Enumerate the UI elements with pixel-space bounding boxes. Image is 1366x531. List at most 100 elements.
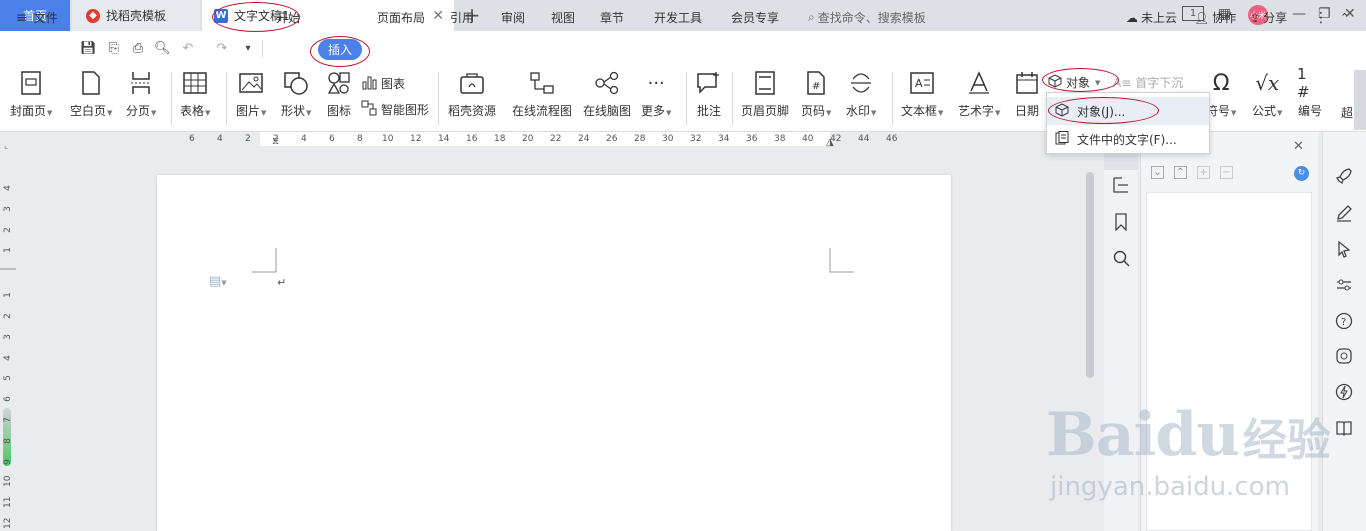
- watermark-button[interactable]: 水印▼: [846, 70, 876, 119]
- redo-icon[interactable]: ↷: [214, 41, 230, 57]
- bookmark-icon[interactable]: [1112, 213, 1130, 231]
- cloud-label: 未上云: [1141, 11, 1178, 25]
- collab-label: 协作: [1212, 11, 1237, 25]
- export-pdf-icon[interactable]: ⎘: [106, 41, 122, 57]
- collapse-ribbon-icon[interactable]: ⌃: [1340, 0, 1349, 35]
- tab-references[interactable]: 引用: [450, 0, 474, 35]
- collapse-down-icon[interactable]: ⌄: [1151, 166, 1164, 179]
- flowchart-icon: [529, 70, 555, 96]
- close-pane-icon[interactable]: ✕: [1293, 139, 1304, 154]
- file-menu-button[interactable]: ≡ 文件: [16, 0, 58, 35]
- pen-icon[interactable]: [1335, 204, 1353, 222]
- ruler-tick-label: 6: [189, 134, 195, 144]
- minimize-icon[interactable]: —: [1292, 6, 1306, 22]
- expand-icon[interactable]: +: [1197, 166, 1210, 179]
- symbol-button[interactable]: Ω 符号▼: [1206, 70, 1236, 119]
- cloud-button[interactable]: ☁ 未上云: [1126, 0, 1177, 35]
- tab-review[interactable]: 审阅: [501, 0, 525, 35]
- tab-membership[interactable]: 会员专享: [731, 0, 779, 35]
- vertical-ruler-tick-label: 4: [3, 185, 13, 191]
- numbering-button[interactable]: 1 # 编号: [1297, 65, 1323, 119]
- close-tab-icon[interactable]: ✕: [432, 8, 444, 24]
- vertical-ruler-tick-label: 9: [3, 459, 13, 465]
- header-footer-label: 页眉页脚: [741, 104, 790, 118]
- shrink-icon[interactable]: −: [1220, 166, 1233, 179]
- cover-page-button[interactable]: 封面页▼: [10, 70, 52, 119]
- smartart-button[interactable]: 智能图形: [361, 100, 429, 119]
- lightning-icon[interactable]: [1335, 383, 1353, 401]
- watermark-icon: [848, 70, 874, 96]
- wordart-label: 艺术字: [958, 104, 995, 118]
- save-icon[interactable]: 💾︎: [80, 41, 97, 57]
- smart-outline-icon[interactable]: ↻: [1294, 166, 1309, 181]
- help-icon[interactable]: ?: [1335, 312, 1353, 330]
- find-icon[interactable]: [1112, 249, 1130, 267]
- flowchart-button[interactable]: 在线流程图: [512, 70, 572, 119]
- chart-button[interactable]: 图表: [361, 74, 405, 93]
- textbox-button[interactable]: A 文本框▼: [901, 70, 943, 119]
- watermark-label: 水印: [846, 104, 871, 118]
- tab-view[interactable]: 视图: [551, 0, 575, 35]
- tab-page-layout[interactable]: 页面布局: [377, 0, 425, 35]
- formula-button[interactable]: √x 公式▼: [1252, 70, 1282, 119]
- page-break-button[interactable]: 分页▼: [126, 70, 156, 119]
- tab-developer[interactable]: 开发工具: [654, 0, 702, 35]
- ribbon-scroll-right[interactable]: [1354, 70, 1366, 130]
- tab-section[interactable]: 章节: [600, 0, 624, 35]
- cursor-icon[interactable]: [1335, 240, 1353, 258]
- customize-dropdown-icon[interactable]: ▾: [240, 41, 256, 57]
- more-options-icon[interactable]: ⋮: [1314, 0, 1328, 35]
- outline-icon[interactable]: [1112, 176, 1130, 194]
- scrollbar-thumb[interactable]: [1086, 172, 1094, 378]
- book-icon[interactable]: [1335, 419, 1353, 437]
- picture-button[interactable]: 图片▼: [236, 70, 266, 119]
- docer-resources-button[interactable]: 稻壳资源: [448, 70, 496, 119]
- mindmap-icon: [594, 70, 620, 96]
- dropcap-button[interactable]: A≡ 首字下沉: [1113, 74, 1183, 91]
- mindmap-button[interactable]: 在线脑图: [583, 70, 631, 119]
- more-button[interactable]: ··· 更多▼: [641, 70, 671, 119]
- flowchart-label: 在线流程图: [512, 104, 573, 118]
- text-from-file-item[interactable]: 文件中的文字(F)...: [1047, 125, 1209, 153]
- ruler-text-area: [260, 132, 830, 146]
- document-page[interactable]: [157, 175, 951, 531]
- ai-assistant-icon[interactable]: [1335, 347, 1353, 365]
- menu-row: [0, 31, 1366, 66]
- shape-button[interactable]: 形状▼: [281, 70, 311, 119]
- ruler-tick-label: 14: [438, 134, 450, 144]
- ruler-tick-label: 38: [774, 134, 786, 144]
- wordart-button[interactable]: 艺术字▼: [958, 70, 1000, 119]
- tab-page-layout-label: 页面布局: [377, 11, 426, 25]
- sliders-icon[interactable]: [1335, 276, 1353, 294]
- more-label: 更多: [641, 104, 666, 118]
- undo-icon[interactable]: ↶: [180, 41, 196, 57]
- blank-page-button[interactable]: 空白页▼: [70, 70, 112, 119]
- ruler-tick-label: 34: [718, 134, 730, 144]
- header-footer-button[interactable]: 页眉页脚: [741, 70, 789, 119]
- vertical-ruler-tick-label: 2: [3, 227, 13, 233]
- annotation-ellipse-insert-tab: [310, 36, 370, 67]
- comment-button[interactable]: 批注: [696, 70, 722, 119]
- tab-template[interactable]: ◆ 找稻壳模板: [72, 0, 200, 31]
- paragraph-options-icon[interactable]: ▤▼: [209, 274, 227, 289]
- icon-library-button[interactable]: 图标: [326, 70, 352, 119]
- share-button[interactable]: ⇪ 分享: [1250, 0, 1287, 35]
- right-indent-icon[interactable]: ◮: [826, 137, 834, 148]
- page-number-button[interactable]: # 页码▼: [801, 70, 831, 119]
- print-icon[interactable]: ⎙: [130, 41, 146, 57]
- ruler-tick-label: 20: [522, 134, 534, 144]
- collapse-up-icon[interactable]: ⌃: [1174, 166, 1187, 179]
- collab-button[interactable]: 👤︎ 协作: [1194, 0, 1236, 35]
- file-menu-label: 文件: [33, 11, 58, 25]
- search-placeholder: 查找命令、搜索模板: [817, 11, 926, 25]
- ruler-tick-label: 12: [410, 134, 422, 144]
- more-right-text: 超: [1341, 106, 1354, 120]
- print-preview-icon[interactable]: 🔍︎: [154, 41, 171, 57]
- table-button[interactable]: 表格▼: [180, 70, 210, 119]
- indent-marker-icon[interactable]: ⧖: [272, 136, 279, 147]
- text-from-file-label: 文件中的文字(F)...: [1077, 132, 1177, 147]
- command-search-box[interactable]: ⌕ 查找命令、搜索模板: [808, 0, 926, 35]
- date-button[interactable]: 日期: [1014, 70, 1040, 119]
- baidu-watermark-logo: Baidu 经验: [1046, 400, 1331, 470]
- rocket-icon[interactable]: [1335, 167, 1353, 185]
